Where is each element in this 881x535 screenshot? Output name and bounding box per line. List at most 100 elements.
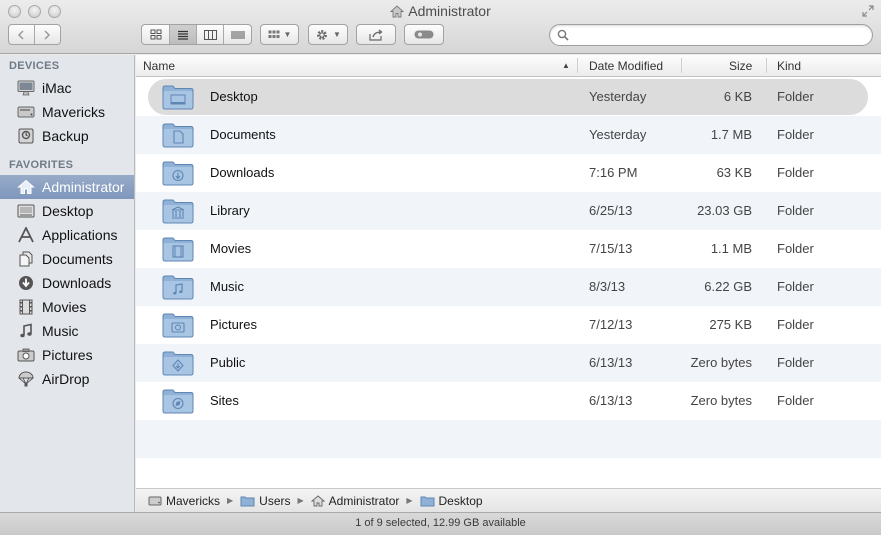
file-kind: Folder	[777, 317, 814, 332]
share-button[interactable]	[356, 24, 396, 45]
tag-toggle-icon	[414, 30, 434, 39]
sidebar-item-label: Documents	[42, 251, 113, 267]
home-icon	[310, 494, 325, 507]
sidebar-item-music[interactable]: Music	[0, 319, 134, 343]
table-row[interactable]: Music 8/3/13 6.22 GB Folder	[136, 268, 881, 306]
search-input[interactable]	[574, 27, 864, 43]
arrange-button[interactable]: ▼	[260, 24, 299, 45]
movies-folder-icon	[162, 237, 194, 262]
file-size: 6.22 GB	[704, 279, 752, 294]
tags-button[interactable]	[404, 24, 444, 45]
fullscreen-icon[interactable]	[861, 4, 875, 18]
path-item-administrator[interactable]: Administrator ▶	[310, 493, 420, 508]
path-separator-icon: ▶	[227, 496, 234, 505]
table-row[interactable]: Downloads 7:16 PM 63 KB Folder	[136, 154, 881, 192]
arrange-grid-icon	[268, 30, 280, 38]
file-size: 23.03 GB	[697, 203, 752, 218]
action-button[interactable]: ▼	[308, 24, 348, 45]
file-name: Library	[210, 203, 250, 218]
file-kind: Folder	[777, 241, 814, 256]
table-row[interactable]: Library 6/25/13 23.03 GB Folder	[136, 192, 881, 230]
folder-icon	[240, 495, 255, 507]
sidebar-item-desktop[interactable]: Desktop	[0, 199, 134, 223]
toolbar: Administrator ▼ ▼	[0, 0, 881, 54]
file-list: Name ▲ Date Modified Size Kind Desktop Y…	[136, 55, 881, 488]
table-row[interactable]: Documents Yesterday 1.7 MB Folder	[136, 116, 881, 154]
hard-drive-icon	[148, 495, 162, 507]
empty-row	[136, 420, 881, 458]
chevron-down-icon: ▼	[333, 30, 341, 39]
sidebar: DEVICES iMac Mavericks Backup FAVORITES …	[0, 55, 135, 512]
movies-icon	[17, 298, 35, 316]
sidebar-item-imac[interactable]: iMac	[0, 76, 134, 100]
column-divider[interactable]	[681, 58, 682, 73]
coverflow-view-button[interactable]	[224, 25, 251, 44]
sidebar-item-mavericks[interactable]: Mavericks	[0, 100, 134, 124]
file-kind: Folder	[777, 165, 814, 180]
sidebar-item-administrator[interactable]: Administrator	[0, 175, 134, 199]
file-kind: Folder	[777, 127, 814, 142]
status-bar: 1 of 9 selected, 12.99 GB available	[0, 512, 881, 535]
file-size: 63 KB	[716, 165, 752, 180]
file-name: Movies	[210, 241, 252, 256]
sidebar-item-applications[interactable]: Applications	[0, 223, 134, 247]
column-divider[interactable]	[766, 58, 767, 73]
file-date: 6/13/13	[589, 355, 633, 370]
hard-drive-icon	[17, 103, 35, 121]
home-icon	[390, 5, 405, 21]
imac-icon	[17, 79, 35, 97]
path-label: Administrator	[328, 493, 400, 508]
file-date: 8/3/13	[589, 279, 626, 294]
applications-icon	[17, 226, 35, 244]
path-item-desktop[interactable]: Desktop	[420, 494, 483, 508]
search-field[interactable]	[549, 24, 873, 46]
documents-icon	[17, 250, 35, 268]
file-kind: Folder	[777, 279, 814, 294]
column-header-name[interactable]: Name	[143, 59, 175, 73]
chevron-left-icon	[18, 29, 24, 40]
table-row[interactable]: Public 6/13/13 Zero bytes Folder	[136, 344, 881, 382]
path-label: Users	[259, 493, 291, 508]
column-divider[interactable]	[577, 58, 578, 73]
column-header-kind[interactable]: Kind	[777, 59, 801, 73]
sidebar-item-downloads[interactable]: Downloads	[0, 271, 134, 295]
sidebar-item-documents[interactable]: Documents	[0, 247, 134, 271]
file-name: Sites	[210, 393, 239, 408]
sidebar-item-label: iMac	[42, 80, 72, 96]
icon-view-button[interactable]	[142, 25, 170, 44]
file-name: Desktop	[210, 89, 258, 104]
share-icon	[369, 28, 383, 41]
forward-button[interactable]	[35, 25, 60, 44]
sidebar-item-backup[interactable]: Backup	[0, 124, 134, 148]
status-text: 1 of 9 selected, 12.99 GB available	[355, 517, 526, 529]
path-label: Mavericks	[166, 493, 221, 508]
path-item-mavericks[interactable]: Mavericks ▶	[148, 494, 240, 508]
music-icon	[17, 322, 35, 340]
file-date: 6/13/13	[589, 393, 633, 408]
sidebar-item-label: Music	[42, 323, 79, 339]
column-header-size[interactable]: Size	[729, 59, 752, 73]
file-name: Pictures	[210, 317, 257, 332]
table-row[interactable]: Pictures 7/12/13 275 KB Folder	[136, 306, 881, 344]
file-name: Documents	[210, 127, 276, 142]
column-view-button[interactable]	[197, 25, 224, 44]
sidebar-item-pictures[interactable]: Pictures	[0, 343, 134, 367]
column-header-date-modified[interactable]: Date Modified	[589, 59, 663, 73]
sidebar-item-label: Mavericks	[42, 104, 106, 120]
sidebar-item-label: Desktop	[42, 203, 94, 219]
table-row[interactable]: Sites 6/13/13 Zero bytes Folder	[136, 382, 881, 420]
view-mode-control	[141, 24, 252, 45]
sites-folder-icon	[162, 389, 194, 414]
sidebar-item-movies[interactable]: Movies	[0, 295, 134, 319]
list-view-button[interactable]	[170, 25, 197, 44]
path-item-users[interactable]: Users ▶	[240, 494, 311, 508]
navigation-buttons	[8, 24, 61, 45]
file-date: 7/12/13	[589, 317, 633, 332]
back-button[interactable]	[9, 25, 35, 44]
chevron-right-icon	[44, 29, 51, 40]
table-row[interactable]: Movies 7/15/13 1.1 MB Folder	[136, 230, 881, 268]
search-icon	[557, 29, 569, 44]
sidebar-item-airdrop[interactable]: AirDrop	[0, 367, 134, 391]
sidebar-item-label: Downloads	[42, 275, 112, 291]
table-row[interactable]: Desktop Yesterday 6 KB Folder	[136, 78, 881, 116]
